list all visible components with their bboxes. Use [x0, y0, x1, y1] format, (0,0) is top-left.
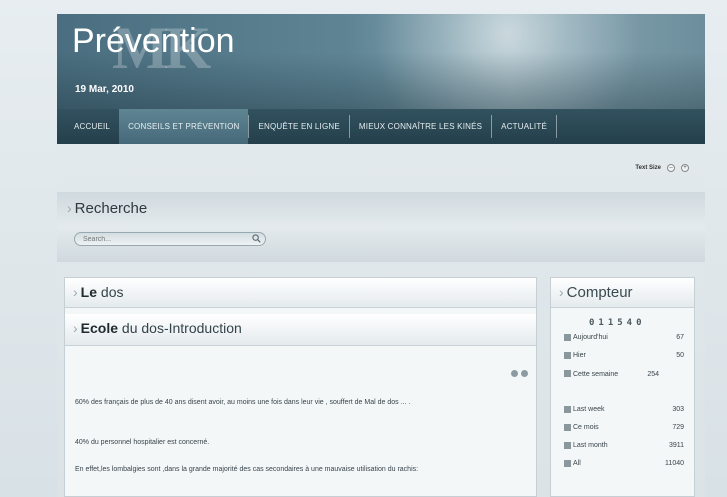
nav-item-mieux-connaitre-les-kines[interactable]: MIEUX CONNAÎTRE LES KINÉS: [350, 109, 491, 144]
stat-row: Hier 50: [564, 352, 684, 359]
article-tools: [511, 370, 528, 377]
nav-item-accueil[interactable]: ACCUEIL: [65, 109, 119, 144]
site-header: MK Prévention 19 Mar, 2010: [57, 14, 705, 109]
search-heading-text: Recherche: [74, 200, 148, 217]
text-size-control: Text Size – +: [635, 164, 689, 172]
stat-row: Cette semaine 254: [564, 370, 659, 380]
calendar-icon: [564, 442, 571, 449]
stat-row: Ce mois 729: [564, 424, 684, 431]
calendar-icon: [564, 352, 571, 359]
nav-item-conseils-prevention[interactable]: CONSEILS ET PRÉVENTION: [119, 109, 249, 144]
text-size-increase-button[interactable]: +: [681, 164, 689, 172]
visitor-counter-digits: 011540: [589, 318, 646, 328]
chevron-right-icon: ›: [73, 284, 78, 300]
counter-title: Compteur: [566, 284, 633, 301]
page: MK Prévention 19 Mar, 2010 ACCUEIL CONSE…: [0, 0, 727, 497]
stat-label: Aujourd'hui: [573, 334, 608, 341]
calendar-icon: [564, 334, 571, 341]
stat-value: 3911: [668, 442, 684, 449]
main-nav: ACCUEIL CONSEILS ET PRÉVENTION ENQUÊTE E…: [57, 109, 705, 144]
stat-value: 67: [676, 334, 684, 341]
stat-value: 50: [676, 352, 684, 359]
stat-label: Ce mois: [573, 424, 599, 431]
calendar-icon: [564, 424, 571, 431]
article-title-bar[interactable]: › Ecole du dos-Introduction: [65, 314, 536, 346]
nav-separator: [555, 115, 557, 138]
content-area: Text Size – + ›Recherche ›Le dos ›Ecole …: [57, 144, 705, 497]
text-size-decrease-button[interactable]: –: [667, 164, 675, 172]
search-input[interactable]: [74, 232, 266, 246]
main-content-panel: › Le dos › Ecole du dos-Introduction 60% d…: [64, 277, 537, 497]
stat-value: 729: [672, 424, 684, 431]
stat-label: Hier: [573, 352, 586, 359]
chevron-right-icon: ›: [73, 320, 78, 336]
print-icon[interactable]: [511, 370, 518, 377]
stat-value: 303: [672, 406, 684, 413]
text-size-label: Text Size: [635, 165, 661, 171]
stat-value: 11040: [665, 460, 684, 467]
stat-row: Last week 303: [564, 406, 684, 413]
section-title-rest: dos: [97, 284, 124, 300]
section-title-bar: › Le dos: [65, 278, 536, 308]
stat-row: All 11040: [564, 460, 684, 467]
current-date: 19 Mar, 2010: [75, 84, 134, 95]
stat-label: Last month: [573, 442, 608, 449]
search-module: › Recherche: [57, 192, 705, 262]
email-icon[interactable]: [521, 370, 528, 377]
calendar-icon: [564, 406, 571, 413]
stat-value: 254: [647, 371, 659, 378]
counter-title-bar: › Compteur: [551, 278, 694, 308]
search-icon[interactable]: [252, 234, 261, 243]
article-paragraph: 60% des français de plus de 40 ans disen…: [75, 399, 411, 406]
counter-panel: › Compteur 011540 Aujourd'hui 67 Hier 50 …: [550, 277, 695, 497]
article-title-bold: Ecole: [80, 320, 119, 336]
stat-row: Aujourd'hui 67: [564, 334, 684, 341]
site-logo[interactable]: Prévention: [72, 22, 235, 61]
search-heading: › Recherche: [67, 200, 147, 217]
stat-label: All: [573, 460, 581, 467]
stat-row: Last month 3911: [564, 442, 684, 449]
article-paragraph: En effet,les lombalgies sont ,dans la gr…: [75, 466, 419, 473]
stat-label: Cette semaine: [573, 371, 619, 378]
article-title-rest: du dos-Introduction: [118, 320, 242, 336]
chevron-right-icon: ›: [67, 200, 72, 216]
stat-label: Last week: [573, 406, 605, 413]
chevron-right-icon: ›: [559, 284, 564, 300]
nav-item-enquete-en-ligne[interactable]: ENQUÊTE EN LIGNE: [249, 109, 348, 144]
article-paragraph: 40% du personnel hospitalier est concern…: [75, 439, 210, 446]
calendar-icon: [564, 460, 571, 467]
calendar-icon: [564, 370, 571, 377]
section-title-bold: Le: [80, 284, 98, 300]
nav-item-actualite[interactable]: ACTUALITÉ: [492, 109, 556, 144]
